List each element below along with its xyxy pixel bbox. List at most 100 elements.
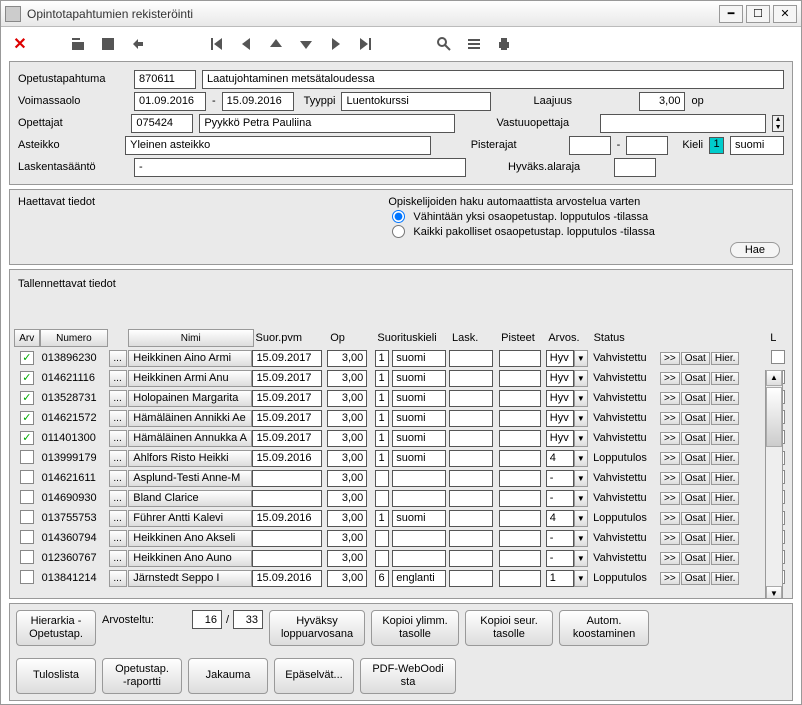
row-date-input[interactable]: 15.09.2017 — [252, 430, 322, 447]
voimassa-from-input[interactable] — [134, 92, 206, 111]
row-sk1-input[interactable]: 1 — [375, 390, 389, 407]
save-icon[interactable] — [97, 33, 119, 55]
row-pist-input[interactable] — [499, 450, 541, 467]
row-arvos-input[interactable]: Hyv — [546, 350, 574, 367]
row-date-input[interactable]: 15.09.2017 — [252, 370, 322, 387]
row-op-input[interactable]: 3,00 — [327, 530, 367, 547]
row-date-input[interactable] — [252, 550, 322, 567]
opetustapahtuma-code-input[interactable] — [134, 70, 196, 89]
arvosteltu-a-input[interactable] — [192, 610, 222, 629]
row-osat-button[interactable]: Osat — [681, 392, 710, 405]
row-name-button[interactable]: Heikkinen Ano Akseli — [128, 530, 252, 547]
row-sk2-input[interactable]: suomi — [392, 430, 446, 447]
row-lask-input[interactable] — [449, 390, 493, 407]
row-arvos-dropdown[interactable]: ▼ — [574, 430, 588, 447]
row-arvos-input[interactable]: - — [546, 550, 574, 567]
hyvaksy-button[interactable]: Hyväksy loppuarvosana — [269, 610, 365, 646]
row-expand-button[interactable]: ... — [109, 570, 127, 587]
row-pist-input[interactable] — [499, 550, 541, 567]
nav-last-icon[interactable] — [355, 33, 377, 55]
row-date-input[interactable]: 15.09.2017 — [252, 410, 322, 427]
opettajat-name-input[interactable] — [199, 114, 455, 133]
row-osat-button[interactable]: Osat — [681, 452, 710, 465]
row-sk2-input[interactable] — [392, 550, 446, 567]
row-arv-checkbox[interactable] — [20, 550, 34, 564]
row-date-input[interactable]: 15.09.2016 — [252, 510, 322, 527]
row-op-input[interactable]: 3,00 — [327, 390, 367, 407]
window-min-button[interactable]: ━ — [719, 5, 743, 23]
list-icon[interactable] — [463, 33, 485, 55]
opettajat-code-input[interactable] — [131, 114, 193, 133]
row-pist-input[interactable] — [499, 470, 541, 487]
close-icon[interactable]: ✕ — [9, 33, 31, 55]
row-date-input[interactable]: 15.09.2016 — [252, 450, 322, 467]
row-hier-button[interactable]: Hier. — [711, 392, 740, 405]
row-arvos-input[interactable]: - — [546, 490, 574, 507]
row-arvos-dropdown[interactable]: ▼ — [574, 470, 588, 487]
row-l-checkbox[interactable] — [771, 350, 785, 364]
row-op-input[interactable]: 3,00 — [327, 370, 367, 387]
row-hier-button[interactable]: Hier. — [711, 532, 740, 545]
row-op-input[interactable]: 3,00 — [327, 350, 367, 367]
row-name-button[interactable]: Ahlfors Risto Heikki — [128, 450, 252, 467]
search-opt1-radio[interactable] — [392, 210, 405, 223]
voimassa-to-input[interactable] — [222, 92, 294, 111]
row-expand-button[interactable]: ... — [109, 450, 127, 467]
row-go-button[interactable]: >> — [660, 452, 680, 465]
row-osat-button[interactable]: Osat — [681, 492, 710, 505]
row-go-button[interactable]: >> — [660, 392, 680, 405]
row-go-button[interactable]: >> — [660, 532, 680, 545]
row-go-button[interactable]: >> — [660, 572, 680, 585]
hyvaks-input[interactable] — [614, 158, 656, 177]
row-osat-button[interactable]: Osat — [681, 552, 710, 565]
row-sk1-input[interactable]: 1 — [375, 410, 389, 427]
tuloslista-button[interactable]: Tuloslista — [16, 658, 96, 694]
row-expand-button[interactable]: ... — [109, 350, 127, 367]
kopioi1-button[interactable]: Kopioi ylimm. tasolle — [371, 610, 459, 646]
row-sk1-input[interactable]: 1 — [375, 450, 389, 467]
row-arvos-input[interactable]: Hyv — [546, 430, 574, 447]
row-hier-button[interactable]: Hier. — [711, 492, 740, 505]
row-arv-checkbox[interactable] — [20, 450, 34, 464]
row-lask-input[interactable] — [449, 490, 493, 507]
row-go-button[interactable]: >> — [660, 512, 680, 525]
row-sk2-input[interactable] — [392, 530, 446, 547]
row-sk2-input[interactable] — [392, 470, 446, 487]
row-op-input[interactable]: 3,00 — [327, 410, 367, 427]
raportti-button[interactable]: Opetustap. -raportti — [102, 658, 182, 694]
row-pist-input[interactable] — [499, 490, 541, 507]
row-arvos-input[interactable]: 4 — [546, 510, 574, 527]
row-pist-input[interactable] — [499, 350, 541, 367]
row-name-button[interactable]: Hämäläinen Annukka A — [128, 430, 252, 447]
row-arvos-input[interactable]: 4 — [546, 450, 574, 467]
row-name-button[interactable]: Järnstedt Seppo I — [128, 570, 252, 587]
row-hier-button[interactable]: Hier. — [711, 472, 740, 485]
row-arvos-dropdown[interactable]: ▼ — [574, 350, 588, 367]
row-arvos-dropdown[interactable]: ▼ — [574, 450, 588, 467]
kopioi2-button[interactable]: Kopioi seur. tasolle — [465, 610, 553, 646]
row-arv-checkbox[interactable] — [20, 510, 34, 524]
row-pist-input[interactable] — [499, 410, 541, 427]
row-arvos-dropdown[interactable]: ▼ — [574, 510, 588, 527]
opetustapahtuma-name-input[interactable] — [202, 70, 784, 89]
row-lask-input[interactable] — [449, 450, 493, 467]
row-op-input[interactable]: 3,00 — [327, 450, 367, 467]
row-osat-button[interactable]: Osat — [681, 412, 710, 425]
print-icon[interactable] — [493, 33, 515, 55]
row-osat-button[interactable]: Osat — [681, 352, 710, 365]
row-arvos-input[interactable]: Hyv — [546, 410, 574, 427]
row-lask-input[interactable] — [449, 370, 493, 387]
pisterajat-from-input[interactable] — [569, 136, 611, 155]
row-expand-button[interactable]: ... — [109, 390, 127, 407]
scroll-thumb[interactable] — [766, 387, 782, 447]
row-sk2-input[interactable]: suomi — [392, 510, 446, 527]
row-op-input[interactable]: 3,00 — [327, 490, 367, 507]
window-max-button[interactable]: ☐ — [746, 5, 770, 23]
search-opt2-radio[interactable] — [392, 225, 405, 238]
row-sk1-input[interactable]: 1 — [375, 350, 389, 367]
row-lask-input[interactable] — [449, 570, 493, 587]
row-arvos-dropdown[interactable]: ▼ — [574, 370, 588, 387]
tyyppi-input[interactable] — [341, 92, 491, 111]
row-expand-button[interactable]: ... — [109, 550, 127, 567]
row-arv-checkbox[interactable] — [20, 371, 34, 385]
